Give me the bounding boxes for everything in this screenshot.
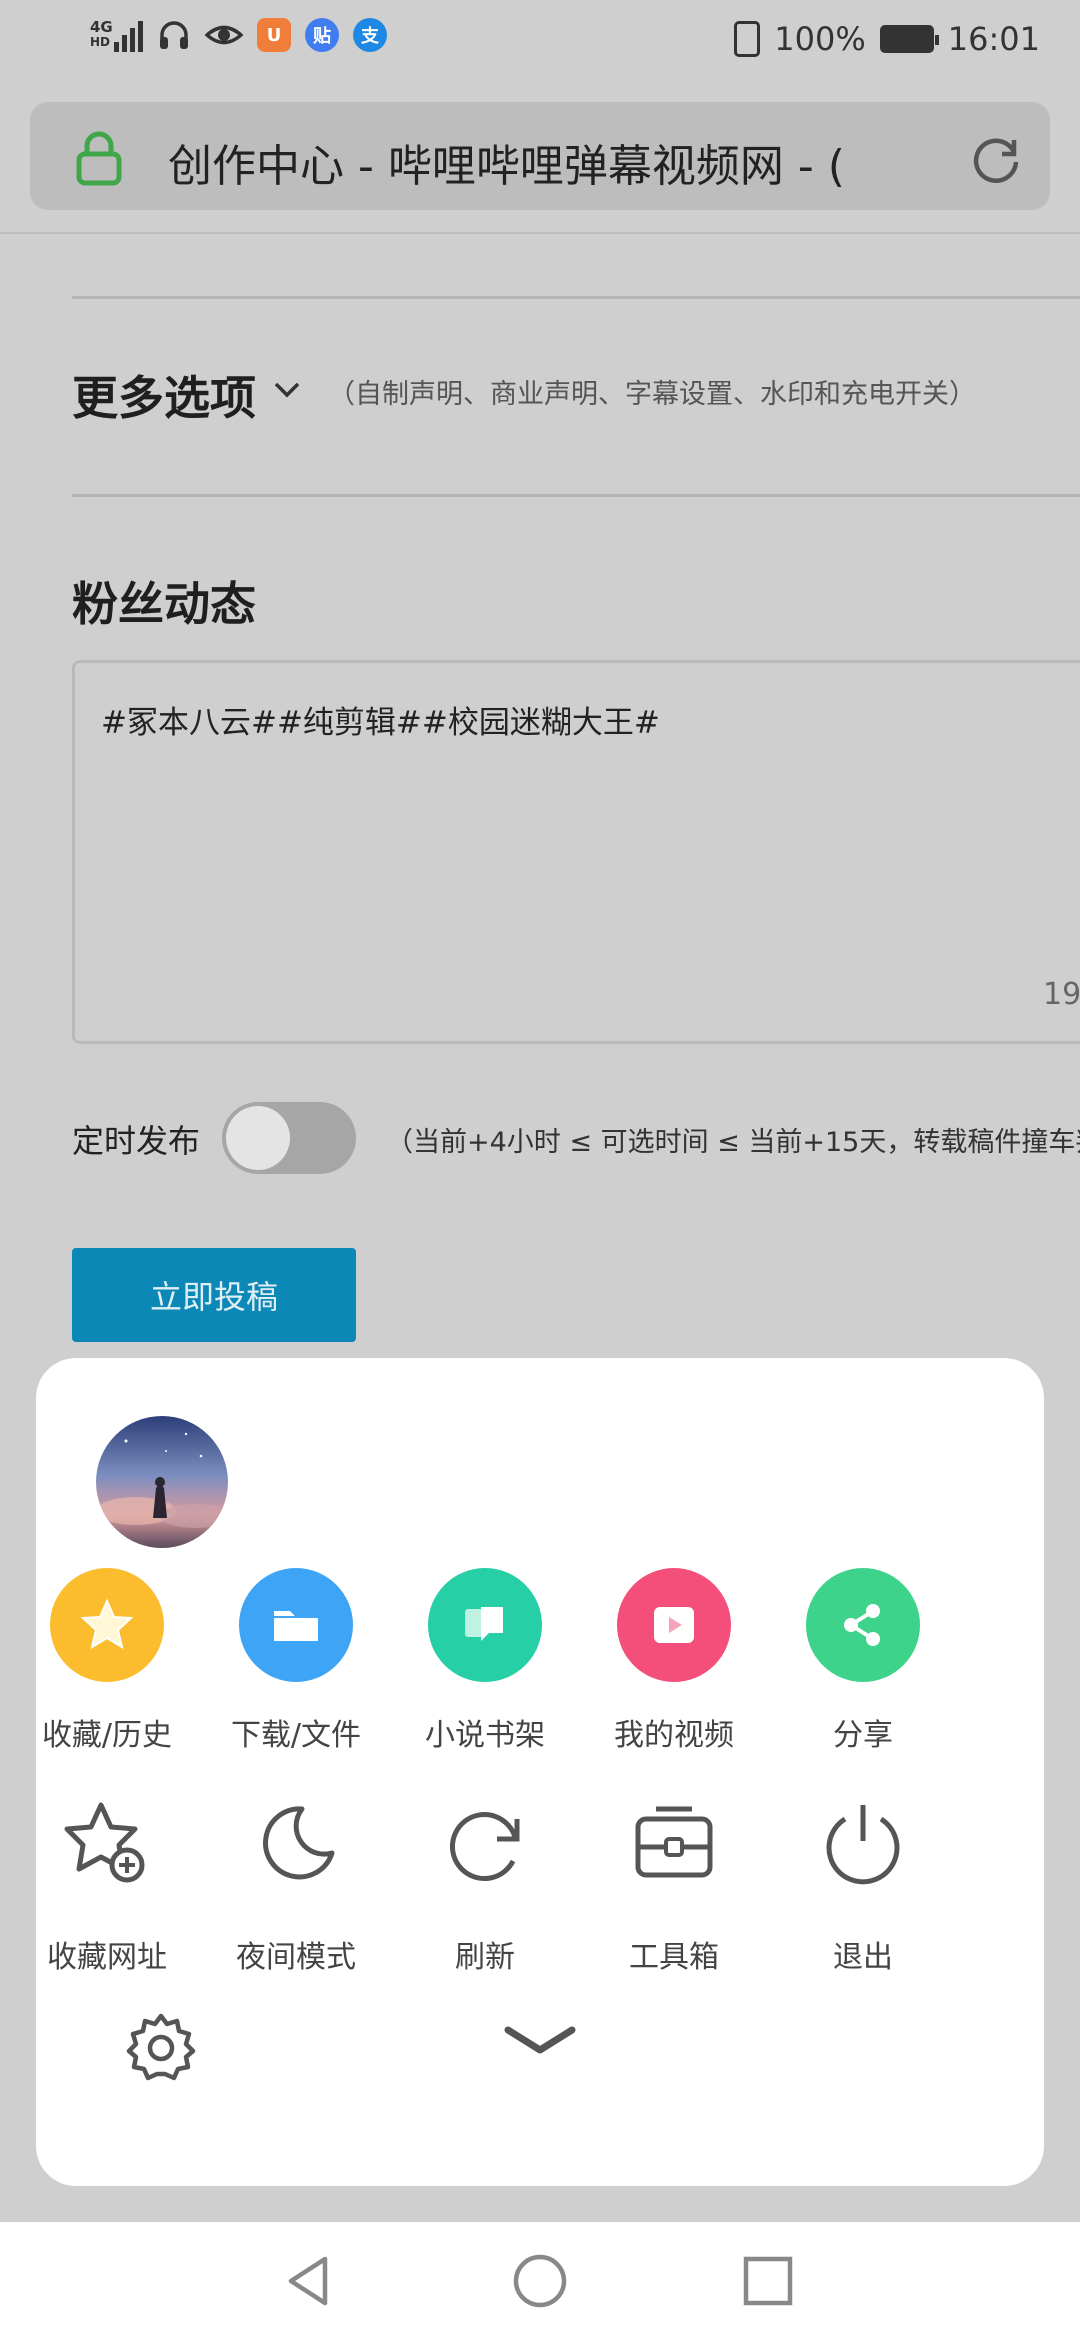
status-right: 100% 16:01 — [734, 20, 1040, 58]
more-options-hint: （自制声明、商业声明、字幕设置、水印和充电开关） — [328, 379, 976, 410]
settings-gear-icon[interactable] — [124, 2010, 198, 2084]
moon-icon — [241, 1790, 351, 1900]
home-circle-icon — [513, 2254, 567, 2308]
browser-menu-sheet: 收藏/历史 下载/文件 小说书架 我的视频 分享 收藏网址 夜间模式 刷新 工具… — [36, 1358, 1044, 2186]
menu-label: 夜间模式 — [236, 1940, 356, 1975]
star-icon — [50, 1568, 164, 1682]
char-count: 19 — [1043, 977, 1080, 1012]
menu-novel-shelf[interactable]: 小说书架 — [390, 1568, 580, 1768]
schedule-label: 定时发布 — [72, 1122, 201, 1160]
fans-dynamic-title: 粉丝动态 — [72, 577, 256, 631]
share-icon — [806, 1568, 920, 1682]
power-icon — [808, 1790, 918, 1900]
book-icon — [428, 1568, 542, 1682]
back-button[interactable] — [272, 2244, 346, 2318]
tieba-icon: 贴 — [305, 18, 339, 52]
signal-indicator: 4G HD — [90, 18, 143, 52]
menu-label: 收藏网址 — [47, 1940, 167, 1975]
avatar-image — [96, 1416, 228, 1548]
menu-label: 刷新 — [455, 1940, 515, 1975]
collapse-chevron-icon[interactable] — [502, 2022, 578, 2062]
avatar[interactable] — [96, 1416, 228, 1548]
refresh-icon — [430, 1790, 540, 1900]
clock: 16:01 — [947, 20, 1040, 58]
recents-square-icon — [743, 2256, 793, 2306]
reload-icon[interactable] — [970, 132, 1022, 184]
more-options-title[interactable]: 更多选项 — [72, 362, 256, 428]
uc-browser-icon: U — [257, 18, 291, 52]
home-button[interactable] — [503, 2244, 577, 2318]
lock-icon — [76, 131, 122, 186]
signal-bars-icon — [114, 18, 143, 52]
menu-label: 下载/文件 — [230, 1718, 362, 1753]
eye-icon — [205, 25, 243, 45]
menu-label: 小说书架 — [425, 1718, 545, 1753]
system-navigation-bar — [0, 2222, 1080, 2340]
status-left: 4G HD U 贴 支 — [90, 18, 387, 52]
folder-icon — [239, 1568, 353, 1682]
menu-bookmark-url[interactable]: 收藏网址 — [12, 1790, 202, 1990]
menu-my-videos[interactable]: 我的视频 — [579, 1568, 769, 1768]
submit-button[interactable]: 立即投稿 — [72, 1248, 356, 1342]
play-icon — [617, 1568, 731, 1682]
menu-label: 退出 — [833, 1940, 893, 1975]
headphones-icon — [160, 21, 188, 49]
network-sub: HD — [90, 35, 111, 49]
fans-dynamic-textarea[interactable]: #冢本八云##纯剪辑##校园迷糊大王# 19 — [72, 660, 1080, 1044]
toggle-knob — [226, 1106, 290, 1170]
toolbox-icon — [619, 1790, 729, 1900]
menu-label: 我的视频 — [614, 1718, 734, 1753]
menu-toolbox[interactable]: 工具箱 — [579, 1790, 769, 1990]
section-divider — [72, 296, 1080, 299]
menu-label: 收藏/历史 — [41, 1718, 173, 1753]
address-bar[interactable]: 创作中心 - 哔哩哔哩弹幕视频网 - ( — [30, 102, 1050, 210]
chevron-down-icon[interactable] — [270, 372, 304, 406]
back-triangle-icon — [288, 2256, 328, 2306]
menu-refresh[interactable]: 刷新 — [390, 1790, 580, 1990]
menu-night-mode[interactable]: 夜间模式 — [201, 1790, 391, 1990]
menu-exit[interactable]: 退出 — [768, 1790, 958, 1990]
recents-button[interactable] — [731, 2244, 805, 2318]
page-title[interactable]: 创作中心 - 哔哩哔哩弹幕视频网 - ( — [168, 130, 968, 194]
section-divider — [72, 494, 1080, 497]
menu-label: 工具箱 — [629, 1940, 719, 1975]
battery-percent: 100% — [774, 20, 866, 58]
menu-share[interactable]: 分享 — [768, 1568, 958, 1768]
schedule-toggle[interactable] — [222, 1102, 356, 1174]
menu-label: 分享 — [833, 1718, 893, 1753]
vibrate-icon — [734, 21, 761, 57]
header-divider — [0, 232, 1080, 234]
status-bar: 4G HD U 贴 支 100% 16:01 — [0, 0, 1080, 84]
menu-favorites-history[interactable]: 收藏/历史 — [12, 1568, 202, 1768]
fans-dynamic-text[interactable]: #冢本八云##纯剪辑##校园迷糊大王# — [101, 697, 660, 742]
battery-icon — [879, 25, 939, 53]
schedule-hint: （当前+4小时 ≤ 可选时间 ≤ 当前+15天，转载稿件撞车判 — [386, 1127, 1080, 1158]
network-type: 4G — [90, 18, 113, 36]
add-bookmark-icon — [52, 1790, 162, 1900]
alipay-icon: 支 — [353, 18, 387, 52]
menu-downloads-files[interactable]: 下载/文件 — [201, 1568, 391, 1768]
